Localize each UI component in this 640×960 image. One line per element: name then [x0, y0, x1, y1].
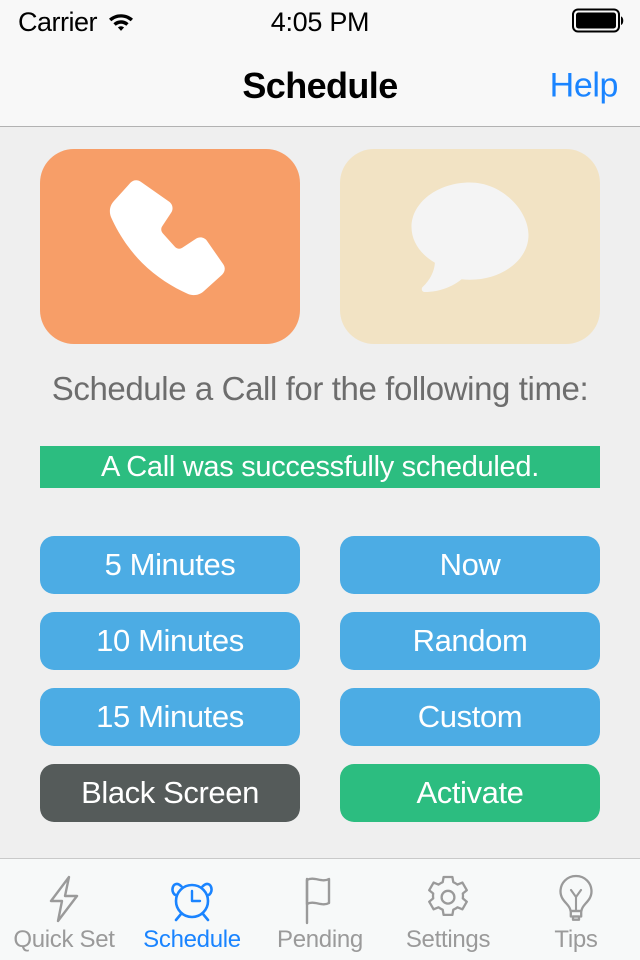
- schedule-10-minutes-button[interactable]: 10 Minutes: [40, 612, 300, 670]
- action-button-grid: 5 Minutes Now 10 Minutes Random 15 Minut…: [40, 536, 600, 822]
- main-content: Schedule a Call for the following time: …: [0, 127, 640, 858]
- gear-icon: [423, 874, 473, 924]
- headline-text: Schedule a Call for the following time:: [51, 370, 589, 407]
- alarm-clock-icon: [166, 874, 218, 924]
- lightning-bolt-icon: [41, 874, 87, 924]
- tab-label-schedule: Schedule: [143, 925, 241, 953]
- tab-tips[interactable]: Tips: [512, 859, 640, 960]
- speech-bubble-icon: [395, 169, 545, 324]
- navigation-bar: Schedule Help: [0, 45, 640, 127]
- black-screen-button[interactable]: Black Screen: [40, 764, 300, 822]
- call-tile[interactable]: [40, 149, 300, 344]
- status-bar-left: Carrier: [18, 9, 135, 36]
- tab-label-settings: Settings: [405, 925, 491, 953]
- tab-schedule[interactable]: Schedule: [128, 859, 256, 960]
- flag-icon: [296, 874, 344, 924]
- app-screen: Carrier 4:05 PM Schedule Help Schedule a…: [0, 0, 640, 960]
- message-tile[interactable]: [340, 149, 600, 344]
- schedule-5-minutes-button[interactable]: 5 Minutes: [40, 536, 300, 594]
- tab-label-tips: Tips: [554, 925, 598, 953]
- tab-pending[interactable]: Pending: [256, 859, 384, 960]
- carrier-label: Carrier: [18, 7, 98, 37]
- tab-label-pending: Pending: [277, 925, 363, 953]
- mode-tiles: [40, 149, 600, 344]
- schedule-custom-button[interactable]: Custom: [340, 688, 600, 746]
- phone-handset-icon: [95, 169, 245, 324]
- tab-label-quick-set: Quick Set: [13, 925, 115, 953]
- status-banner-text: A Call was successfully scheduled.: [101, 450, 539, 483]
- schedule-15-minutes-button[interactable]: 15 Minutes: [40, 688, 300, 746]
- schedule-random-button[interactable]: Random: [340, 612, 600, 670]
- status-bar: Carrier 4:05 PM: [0, 0, 640, 45]
- schedule-now-button[interactable]: Now: [340, 536, 600, 594]
- help-button[interactable]: Help: [550, 66, 619, 105]
- page-title: Schedule: [242, 64, 398, 106]
- activate-button[interactable]: Activate: [340, 764, 600, 822]
- status-banner: A Call was successfully scheduled.: [40, 446, 600, 488]
- tab-bar: Quick Set Schedule Pending Settings Tips: [0, 858, 640, 960]
- wifi-icon: [107, 9, 135, 36]
- tab-settings[interactable]: Settings: [384, 859, 512, 960]
- tab-quick-set[interactable]: Quick Set: [0, 859, 128, 960]
- battery-full-icon: [572, 7, 626, 38]
- lightbulb-icon: [554, 874, 598, 924]
- status-bar-right: [572, 7, 626, 38]
